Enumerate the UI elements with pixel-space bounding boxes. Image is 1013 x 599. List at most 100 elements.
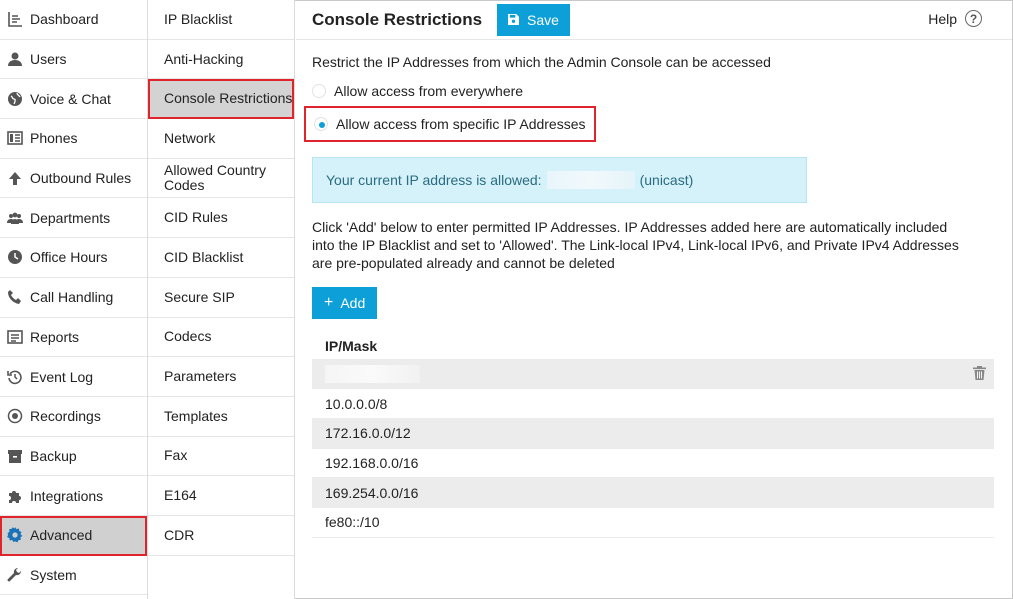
column-header-ip-mask: IP/Mask: [325, 338, 378, 354]
table-row: 172.16.0.0/12: [312, 418, 994, 449]
trash-icon[interactable]: [973, 366, 986, 383]
subnav-item-fax[interactable]: Fax: [148, 437, 294, 477]
sidebar-item-label: Reports: [30, 328, 80, 345]
sidebar-item-system[interactable]: System: [0, 556, 147, 596]
subnav-item-cid-rules[interactable]: CID Rules: [148, 198, 294, 239]
subnav-item-cdr[interactable]: CDR: [148, 516, 294, 556]
sidebar-item-backup[interactable]: Backup: [0, 437, 147, 477]
table-row: 10.0.0.0/8: [312, 388, 994, 419]
secondary-sidebar: IP Blacklist Anti-Hacking Console Restri…: [148, 0, 295, 599]
sidebar-item-advanced[interactable]: Advanced: [0, 515, 147, 556]
sidebar-item-call-handling[interactable]: Call Handling: [0, 278, 147, 318]
sidebar-item-outbound-rules[interactable]: Outbound Rules: [0, 159, 147, 199]
handset-icon: [6, 288, 24, 306]
ip-mask-cell: 10.0.0.0/8: [312, 388, 994, 419]
subnav-item-e164[interactable]: E164: [148, 476, 294, 516]
add-button-label: Add: [340, 295, 366, 311]
sidebar-item-label: Event Log: [30, 368, 94, 385]
sidebar-item-label: Integrations: [30, 487, 104, 504]
subnav-item-secure-sip[interactable]: Secure SIP: [148, 278, 294, 318]
sidebar-item-voice-chat[interactable]: Voice & Chat: [0, 79, 147, 120]
console-restrictions-form: Restrict the IP Addresses from which the…: [296, 40, 1012, 538]
sidebar-item-label: Phones: [30, 130, 78, 147]
radio-button-selected[interactable]: [314, 117, 328, 131]
save-button[interactable]: Save: [497, 3, 570, 36]
plus-icon: +: [324, 294, 334, 311]
table-row: fe80::/10: [312, 507, 994, 538]
sidebar-item-office-hours[interactable]: Office Hours: [0, 238, 147, 278]
subnav-item-network[interactable]: Network: [148, 119, 294, 159]
sidebar-item-label: Call Handling: [30, 289, 114, 306]
radio-label: Allow access from specific IP Addresses: [336, 116, 586, 132]
ip-mask-table: IP/Mask 10.0.0.0/8 172.16.0.0/12 192.168…: [312, 333, 994, 538]
record-icon: [6, 407, 24, 425]
sidebar-item-recordings[interactable]: Recordings: [0, 397, 147, 437]
main-panel: Console Restrictions Save Help ? Restric…: [296, 0, 1012, 599]
question-circle-icon: ?: [965, 10, 982, 27]
sidebar-item-label: Departments: [30, 209, 111, 226]
history-icon: [6, 368, 24, 386]
sidebar-item-label: Office Hours: [30, 249, 108, 266]
page-title: Console Restrictions: [312, 9, 483, 29]
table-row: 192.168.0.0/16: [312, 448, 994, 479]
subnav-item-cid-blacklist[interactable]: CID Blacklist: [148, 238, 294, 278]
sidebar-item-dashboard[interactable]: Dashboard: [0, 0, 147, 40]
add-button[interactable]: + Add: [312, 287, 378, 319]
sidebar-item-reports[interactable]: Reports: [0, 318, 147, 358]
sidebar-item-label: Backup: [30, 447, 77, 464]
notice-prefix: Your current IP address is allowed:: [326, 172, 542, 188]
archive-icon: [6, 447, 24, 465]
sidebar-item-users[interactable]: Users: [0, 40, 147, 80]
sidebar-item-label: Voice & Chat: [30, 90, 111, 107]
redacted-ip: [546, 171, 635, 189]
subnav-item-parameters[interactable]: Parameters: [148, 357, 294, 397]
current-ip-notice: Your current IP address is allowed: (uni…: [312, 157, 807, 203]
radio-allow-specific[interactable]: Allow access from specific IP Addresses: [304, 106, 596, 142]
subnav-item-templates[interactable]: Templates: [148, 397, 294, 437]
sidebar-item-label: Users: [30, 51, 67, 68]
page-header: Console Restrictions Save Help ?: [296, 0, 1012, 40]
floppy-disk-icon: [508, 14, 520, 25]
ip-mask-cell: fe80::/10: [312, 507, 994, 538]
user-icon: [6, 50, 24, 68]
instructions-text: Click 'Add' below to enter permitted IP …: [312, 219, 959, 271]
sidebar-item-label: Outbound Rules: [30, 170, 132, 187]
ip-mask-cell: 192.168.0.0/16: [312, 448, 994, 479]
table-row: [312, 359, 994, 390]
sidebar-item-label: Dashboard: [30, 11, 99, 28]
subnav-item-allowed-country-codes[interactable]: Allowed Country Codes: [148, 159, 294, 199]
table-row: 169.254.0.0/16: [312, 477, 994, 508]
radio-allow-everywhere[interactable]: Allow access from everywhere: [312, 80, 996, 102]
sidebar-item-departments[interactable]: Departments: [0, 198, 147, 239]
globe-icon: [6, 90, 24, 108]
gear-icon: [6, 526, 24, 544]
redacted-ip: [325, 364, 420, 383]
puzzle-icon: [6, 487, 24, 505]
group-icon: [6, 209, 24, 227]
subnav-item-codecs[interactable]: Codecs: [148, 318, 294, 358]
subnav-item-ip-blacklist[interactable]: IP Blacklist: [148, 0, 294, 40]
report-icon: [6, 328, 24, 346]
phone-device-icon: [6, 129, 24, 147]
subnav-item-console-restrictions[interactable]: Console Restrictions: [148, 79, 294, 120]
sidebar-item-phones[interactable]: Phones: [0, 119, 147, 159]
sidebar-item-label: System: [30, 566, 77, 583]
arrow-up-icon: [6, 169, 24, 187]
sidebar-item-label: Advanced: [30, 527, 93, 544]
help-link[interactable]: Help ?: [928, 10, 982, 27]
dashboard-icon: [6, 10, 24, 28]
primary-sidebar: Dashboard Users Voice & Chat Phones Outb…: [0, 0, 148, 599]
subnav-item-anti-hacking[interactable]: Anti-Hacking: [148, 40, 294, 80]
notice-suffix: (unicast): [639, 172, 694, 188]
radio-button[interactable]: [312, 84, 326, 98]
clock-icon: [6, 248, 24, 266]
sidebar-item-event-log[interactable]: Event Log: [0, 357, 147, 397]
wrench-icon: [6, 566, 24, 584]
ip-mask-cell: 169.254.0.0/16: [312, 477, 994, 508]
sidebar-item-label: Recordings: [30, 408, 101, 425]
ip-mask-cell: 172.16.0.0/12: [312, 418, 994, 449]
save-button-label: Save: [527, 11, 559, 28]
radio-label: Allow access from everywhere: [334, 83, 524, 99]
help-label: Help: [928, 10, 957, 27]
sidebar-item-integrations[interactable]: Integrations: [0, 476, 147, 516]
